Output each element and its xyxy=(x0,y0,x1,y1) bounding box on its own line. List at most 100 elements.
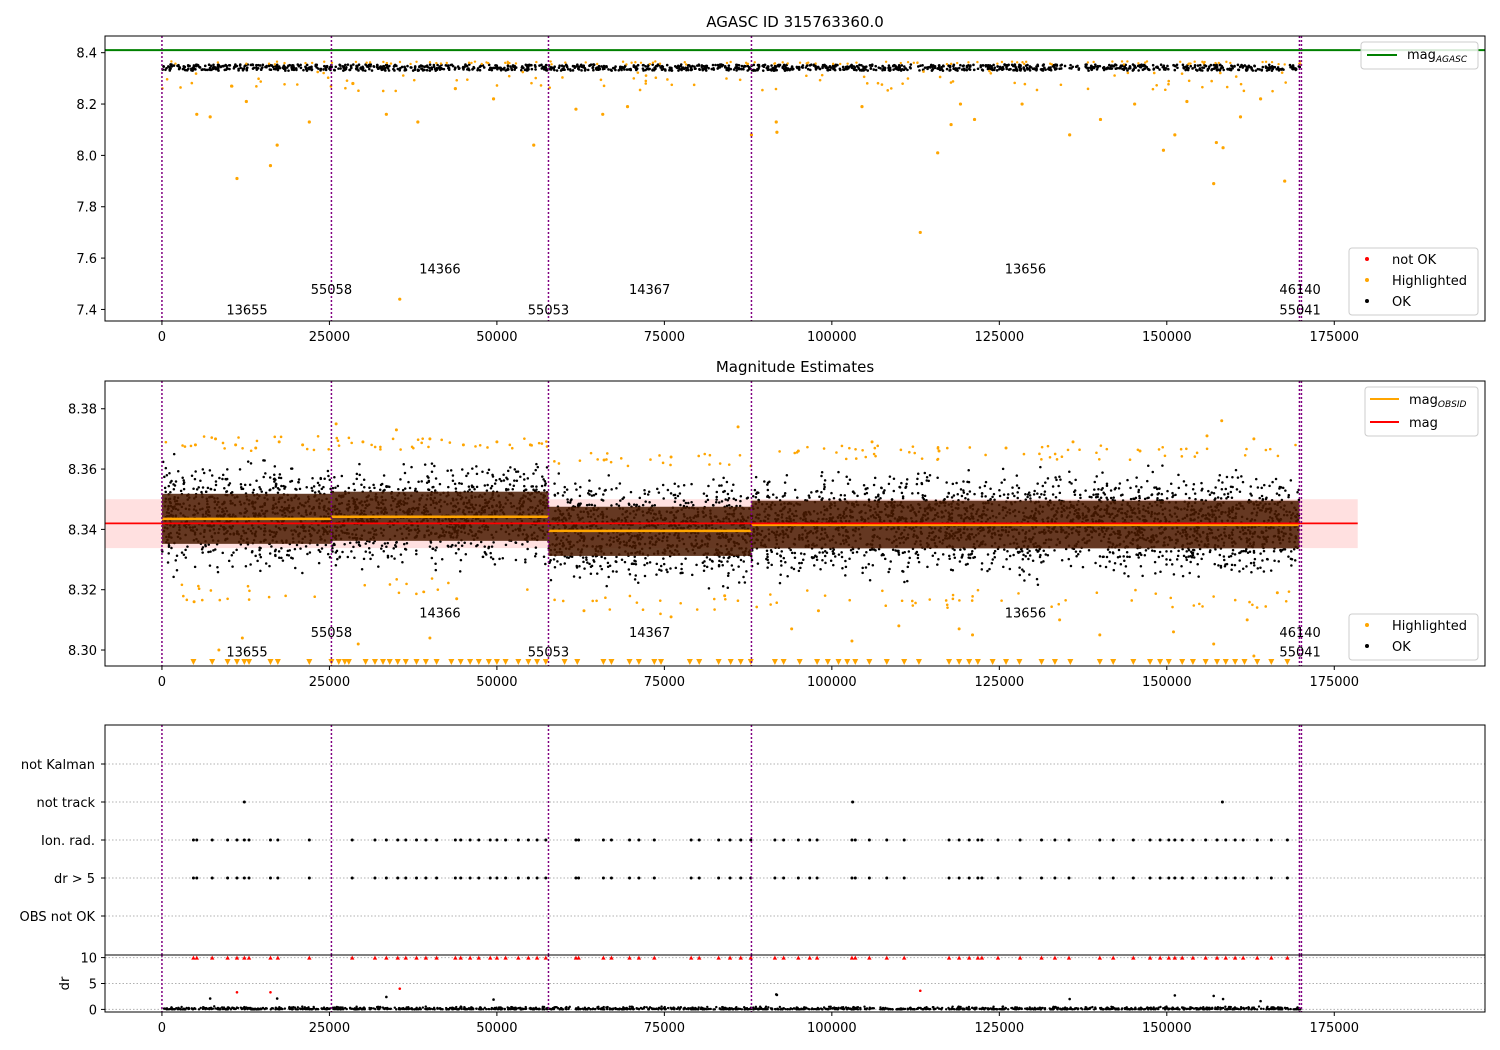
ok-point xyxy=(403,547,407,551)
ok-point xyxy=(801,66,804,69)
ok-point xyxy=(502,68,505,71)
highlighted-point xyxy=(1155,84,1158,87)
ok-point xyxy=(522,472,526,476)
ok-point xyxy=(320,547,324,550)
ok-point xyxy=(770,64,773,67)
ok-point xyxy=(911,492,914,495)
ok-point xyxy=(1128,65,1132,69)
ok-point xyxy=(603,489,607,492)
ok-point xyxy=(259,555,263,559)
ok-point xyxy=(940,65,943,69)
ok-point xyxy=(434,69,438,72)
ok-point xyxy=(1182,480,1186,483)
ok-point xyxy=(401,488,405,492)
ok-point xyxy=(845,475,848,478)
ok-point xyxy=(1250,68,1254,71)
ok-point xyxy=(262,475,265,479)
ok-point xyxy=(179,489,183,493)
ok-point xyxy=(310,68,314,72)
ok-point xyxy=(453,482,457,486)
ok-point xyxy=(201,468,205,471)
ok-point xyxy=(960,68,964,71)
ok-point xyxy=(1191,67,1194,70)
ok-point xyxy=(274,553,277,557)
ok-point xyxy=(1162,64,1166,67)
ok-point xyxy=(703,564,706,568)
ok-point xyxy=(714,500,718,504)
ok-point xyxy=(598,487,601,490)
ok-point xyxy=(727,556,730,560)
ok-point xyxy=(680,567,683,571)
ok-point xyxy=(512,484,516,487)
ok-point xyxy=(275,64,279,68)
ok-point xyxy=(530,67,534,71)
ok-point xyxy=(756,67,759,71)
ok-point xyxy=(684,501,688,505)
ok-point xyxy=(968,67,971,71)
ok-point xyxy=(996,65,999,68)
ok-point xyxy=(175,554,179,558)
ok-point xyxy=(304,67,308,71)
ok-point xyxy=(394,545,398,548)
ok-point xyxy=(1129,486,1132,490)
ok-point xyxy=(682,483,686,487)
ok-point xyxy=(569,69,572,72)
ok-point xyxy=(421,67,424,71)
highlighted-point xyxy=(922,70,925,73)
highlighted-point xyxy=(644,82,648,85)
ok-point xyxy=(191,67,194,70)
ok-point xyxy=(575,564,578,568)
ok-point xyxy=(1126,555,1129,559)
ok-point xyxy=(727,64,731,67)
ok-point xyxy=(316,543,319,547)
ok-point xyxy=(971,549,974,553)
ok-point xyxy=(349,64,353,67)
ok-point xyxy=(488,68,491,72)
ok-point xyxy=(648,501,651,504)
ok-point xyxy=(1028,494,1032,497)
ok-point xyxy=(383,542,387,545)
ok-point xyxy=(204,490,208,494)
ok-point xyxy=(725,480,729,484)
ok-point xyxy=(274,485,278,488)
ok-point xyxy=(1024,498,1028,501)
ok-point xyxy=(586,491,590,495)
ok-point xyxy=(544,63,548,67)
x-tick-label: 50000 xyxy=(476,330,517,345)
ok-point xyxy=(355,472,359,476)
ok-point xyxy=(252,488,256,492)
ok-point xyxy=(826,68,829,72)
ok-point xyxy=(732,568,735,572)
ok-point xyxy=(715,495,718,499)
ok-point xyxy=(372,483,375,487)
highlighted-point xyxy=(385,61,389,65)
highlighted-outlier-point xyxy=(1098,117,1103,122)
highlighted-point xyxy=(409,62,412,66)
ok-point xyxy=(716,63,720,67)
ok-point xyxy=(952,67,955,70)
ok-point xyxy=(299,63,302,67)
ok-point xyxy=(180,551,184,554)
ok-point xyxy=(737,565,740,568)
ok-point xyxy=(634,574,637,577)
ok-point xyxy=(557,472,561,475)
ok-point xyxy=(718,66,722,69)
ok-point xyxy=(513,65,516,69)
ok-point xyxy=(732,68,736,71)
ok-point xyxy=(828,68,832,72)
ok-point xyxy=(1074,550,1078,553)
highlighted-point xyxy=(412,78,416,82)
ok-point xyxy=(535,462,538,466)
ok-point xyxy=(669,492,673,495)
ok-point xyxy=(243,483,247,487)
highlighted-point xyxy=(798,61,802,64)
y-tick-label: 7.4 xyxy=(76,303,97,318)
ok-point xyxy=(350,66,353,70)
ok-point xyxy=(182,479,185,482)
highlighted-outlier-point xyxy=(532,143,536,147)
ok-point xyxy=(990,67,993,71)
ok-point xyxy=(936,563,939,566)
ok-point xyxy=(226,468,229,471)
highlighted-outlier-point xyxy=(275,143,279,147)
ok-point xyxy=(863,554,866,557)
